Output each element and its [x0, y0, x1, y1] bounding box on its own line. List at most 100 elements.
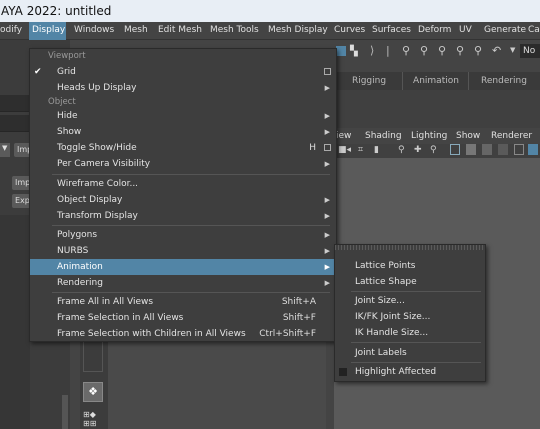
- menu-mesh[interactable]: Mesh: [124, 22, 148, 40]
- animation-submenu: Lattice Points Lattice Shape Joint Size.…: [334, 244, 486, 382]
- menu-item-label: Frame Selection in All Views: [57, 313, 184, 323]
- menu-curves[interactable]: Curves: [334, 22, 365, 40]
- menu-item-object-display[interactable]: Object Display ▶: [30, 192, 336, 208]
- bookmark-icon[interactable]: ▮: [374, 145, 379, 155]
- menu-item-label: IK/FK Joint Size...: [355, 312, 431, 322]
- snap-settings-icon[interactable]: ↶: [492, 44, 501, 57]
- menu-item-polygons[interactable]: Polygons ▶: [30, 227, 336, 243]
- shadows-icon[interactable]: [514, 144, 524, 155]
- section-object: Object: [48, 97, 76, 107]
- checkbox-icon[interactable]: [339, 368, 347, 376]
- snap-grid-icon[interactable]: ⚲: [402, 44, 410, 57]
- menu-item-frame-all[interactable]: Frame All in All Views Shift+A: [30, 294, 336, 310]
- tab-rigging[interactable]: Rigging: [334, 72, 403, 90]
- isolate-icon[interactable]: [528, 144, 538, 155]
- outliner-area: [108, 340, 326, 429]
- menu-separator: [52, 292, 330, 293]
- menu-item-animation[interactable]: Animation ▶: [30, 259, 336, 275]
- menu-item-label: Transform Display: [57, 211, 138, 221]
- menu-item-label: IK Handle Size...: [355, 328, 429, 338]
- menu-item-hide[interactable]: Hide ▶: [30, 108, 336, 124]
- submenu-arrow-icon: ▶: [324, 196, 330, 204]
- snap-point-icon[interactable]: ⚲: [438, 44, 446, 57]
- menu-mesh-tools[interactable]: Mesh Tools: [210, 22, 259, 40]
- textured-icon[interactable]: [482, 144, 492, 155]
- submenu-item-joint-labels[interactable]: Joint Labels: [335, 345, 485, 361]
- film-gate-icon[interactable]: ✚: [414, 145, 422, 155]
- shortcut-label: H: [309, 143, 316, 153]
- menu-cache[interactable]: Ca: [528, 22, 540, 40]
- shelf-tabs: Rigging Animation Rendering: [334, 72, 540, 90]
- menu-item-transform-display[interactable]: Transform Display ▶: [30, 208, 336, 224]
- shortcut-label: Ctrl+Shift+F: [259, 329, 316, 339]
- menu-modify[interactable]: odify: [0, 22, 22, 40]
- layout-grid-icon[interactable]: ⊞◆ ⊞⊞: [83, 410, 103, 429]
- menu-item-rendering[interactable]: Rendering ▶: [30, 275, 336, 291]
- menu-item-label: Object Display: [57, 195, 123, 205]
- menu-item-nurbs[interactable]: NURBS ▶: [30, 243, 336, 259]
- menu-item-label: Polygons: [57, 230, 98, 240]
- menu-deform[interactable]: Deform: [418, 22, 451, 40]
- submenu-item-joint-size[interactable]: Joint Size...: [335, 293, 485, 309]
- component-mode-icon[interactable]: ▚: [350, 46, 358, 57]
- list-area: [0, 215, 30, 429]
- grid-toggle-icon[interactable]: ⚲: [398, 145, 405, 155]
- submenu-item-lattice-shape[interactable]: Lattice Shape: [335, 274, 485, 290]
- menu-item-frame-selection[interactable]: Frame Selection in All Views Shift+F: [30, 310, 336, 326]
- wireframe-icon[interactable]: [450, 144, 460, 155]
- menu-item-heads-up-display[interactable]: Heads Up Display ▶: [30, 80, 336, 96]
- menu-separator: [52, 225, 330, 226]
- submenu-arrow-icon: ▶: [324, 212, 330, 220]
- viewport-menu-renderer[interactable]: Renderer: [491, 128, 532, 144]
- submenu-arrow-icon: ▶: [324, 160, 330, 168]
- menu-edit-mesh[interactable]: Edit Mesh: [158, 22, 202, 40]
- submenu-item-ikfk-joint-size[interactable]: IK/FK Joint Size...: [335, 309, 485, 325]
- menu-mesh-display[interactable]: Mesh Display: [268, 22, 328, 40]
- option-box-icon[interactable]: [324, 68, 331, 75]
- menu-item-label: Lattice Points: [355, 261, 416, 271]
- menu-windows[interactable]: Windows: [74, 22, 114, 40]
- viewport-menu-shading[interactable]: Shading: [365, 128, 402, 144]
- window-title: AYA 2022: untitled: [0, 0, 540, 22]
- dropdown-arrow-icon[interactable]: ▼: [0, 143, 10, 157]
- tab-animation[interactable]: Animation: [402, 72, 469, 90]
- camera-attributes-icon[interactable]: ⌗: [358, 145, 363, 155]
- viewport-menu-lighting[interactable]: Lighting: [411, 128, 447, 144]
- checkmark-icon: ✔: [34, 67, 42, 77]
- submenu-arrow-icon: ▶: [324, 128, 330, 136]
- snap-curve-icon[interactable]: ⚲: [420, 44, 428, 57]
- snap-view-icon[interactable]: ⚲: [456, 44, 464, 57]
- menu-generate[interactable]: Generate: [484, 22, 526, 40]
- menu-separator: [351, 291, 481, 292]
- menu-item-wireframe-color[interactable]: Wireframe Color...: [30, 176, 336, 192]
- submenu-item-highlight-affected[interactable]: Highlight Affected: [335, 364, 485, 380]
- scrollbar[interactable]: [62, 395, 68, 429]
- option-box-icon[interactable]: [324, 144, 331, 151]
- resolution-gate-icon[interactable]: ⚲: [430, 145, 437, 155]
- submenu-item-lattice-points[interactable]: Lattice Points: [335, 258, 485, 274]
- menu-item-toggle-show-hide[interactable]: Toggle Show/Hide H: [30, 140, 336, 156]
- snap-surface-icon[interactable]: ⚲: [474, 44, 482, 57]
- submenu-item-ik-handle-size[interactable]: IK Handle Size...: [335, 325, 485, 341]
- chevron-down-icon[interactable]: ▼: [510, 46, 515, 54]
- menu-item-label: Joint Labels: [355, 348, 407, 358]
- menu-item-frame-selection-children[interactable]: Frame Selection with Children in All Vie…: [30, 326, 336, 342]
- tear-off-handle[interactable]: [335, 245, 485, 250]
- menu-item-grid[interactable]: ✔ Grid: [30, 64, 336, 80]
- menu-item-per-camera-visibility[interactable]: Per Camera Visibility ▶: [30, 156, 336, 172]
- viewport-menu-view[interactable]: iew: [336, 128, 351, 144]
- layout-icon[interactable]: ❖: [83, 382, 103, 402]
- lighting-icon[interactable]: [498, 144, 508, 155]
- tab-rendering[interactable]: Rendering: [468, 72, 539, 90]
- menu-item-label: Animation: [57, 262, 103, 272]
- select-mode-icon[interactable]: [336, 46, 346, 56]
- menu-display[interactable]: Display: [29, 22, 66, 40]
- menu-item-show[interactable]: Show ▶: [30, 124, 336, 140]
- smooth-shade-icon[interactable]: [466, 144, 476, 155]
- camera-icon[interactable]: ■◂: [338, 145, 351, 155]
- search-field[interactable]: No: [520, 44, 540, 58]
- menu-uv[interactable]: UV: [459, 22, 472, 40]
- viewport-menu-show[interactable]: Show: [456, 128, 480, 144]
- panel-row: [0, 115, 30, 132]
- menu-surfaces[interactable]: Surfaces: [372, 22, 411, 40]
